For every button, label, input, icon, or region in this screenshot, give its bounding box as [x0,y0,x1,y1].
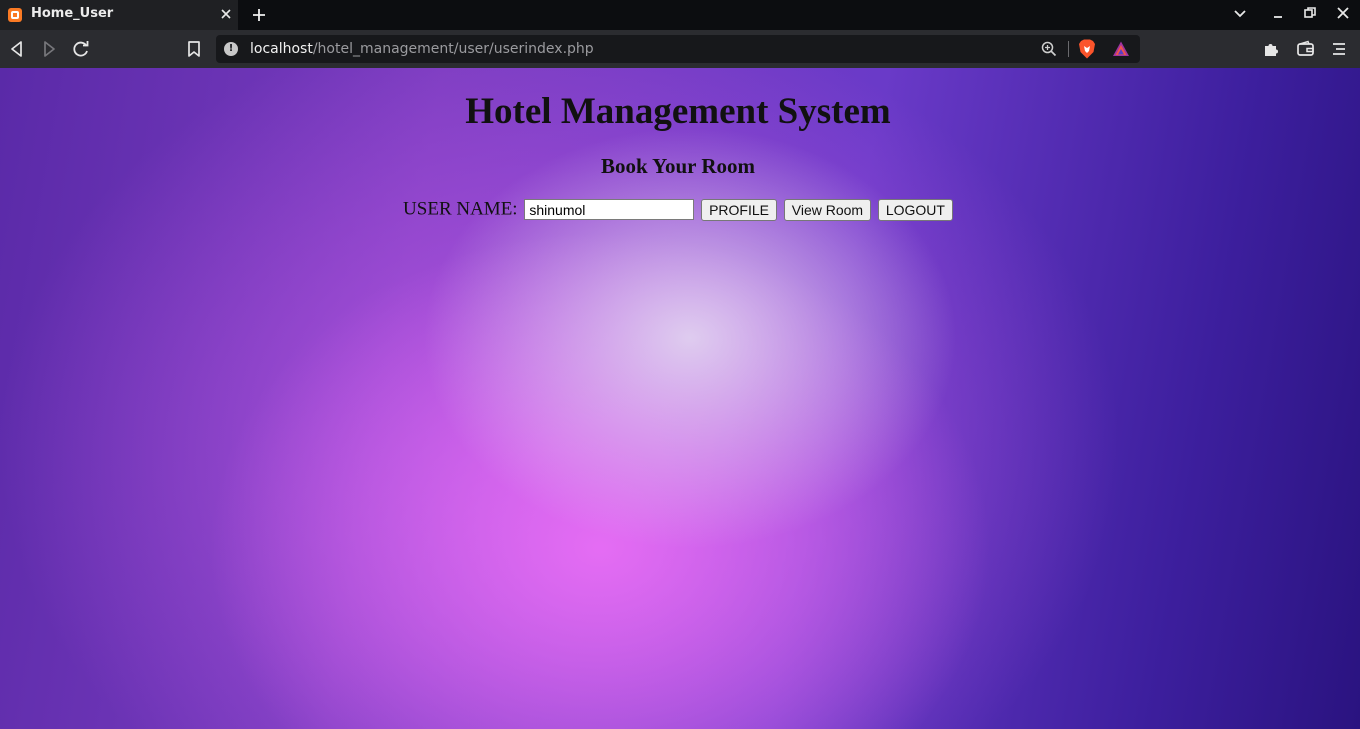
profile-button[interactable]: PROFILE [701,198,777,221]
user-form-row: USER NAME: PROFILE View Room LOGOUT [0,198,1356,221]
minimize-window-icon[interactable] [1268,5,1288,25]
page-subtitle: Book Your Room [600,154,756,178]
wallet-icon[interactable] [1294,38,1316,60]
view-room-button[interactable]: View Room [783,198,872,221]
browser-toolbar: ! localhost/hotel_management/user/userin… [0,30,1360,68]
back-arrow-icon[interactable] [6,38,28,60]
site-info-icon[interactable]: ! [224,42,238,56]
forward-arrow-icon[interactable] [38,38,60,60]
zoom-icon[interactable] [1040,40,1058,58]
logout-button[interactable]: LOGOUT [877,198,953,221]
url-host: localhost [250,41,313,57]
page-viewport: Hotel Management System Book Your Room U… [0,68,1360,729]
new-tab-icon[interactable] [249,4,269,26]
tab-title: Home_User [31,6,114,21]
hamburger-menu-icon[interactable] [1328,38,1350,60]
browser-tab-active[interactable]: Home_User [0,0,238,30]
restore-window-icon[interactable] [1300,5,1320,25]
reload-icon[interactable] [70,38,92,60]
brave-shields-icon[interactable] [1078,39,1096,59]
address-bar[interactable]: ! localhost/hotel_management/user/userin… [216,35,1140,63]
address-bar-divider [1068,41,1069,57]
username-input[interactable] [524,199,695,221]
address-bar-url[interactable]: localhost/hotel_management/user/userinde… [250,41,594,57]
browser-titlebar: Home_User [0,0,1360,30]
page-title: Hotel Management System [465,91,891,132]
xampp-favicon-icon [8,8,22,22]
chevron-down-icon[interactable] [1230,5,1250,25]
close-tab-icon[interactable] [217,5,235,25]
bookmark-icon[interactable] [183,38,205,60]
username-label: USER NAME: [403,198,518,220]
url-path: /hotel_management/user/userindex.php [312,41,594,57]
close-window-icon[interactable] [1333,5,1353,25]
extensions-puzzle-icon[interactable] [1260,38,1282,60]
brave-rewards-icon[interactable] [1112,40,1130,58]
